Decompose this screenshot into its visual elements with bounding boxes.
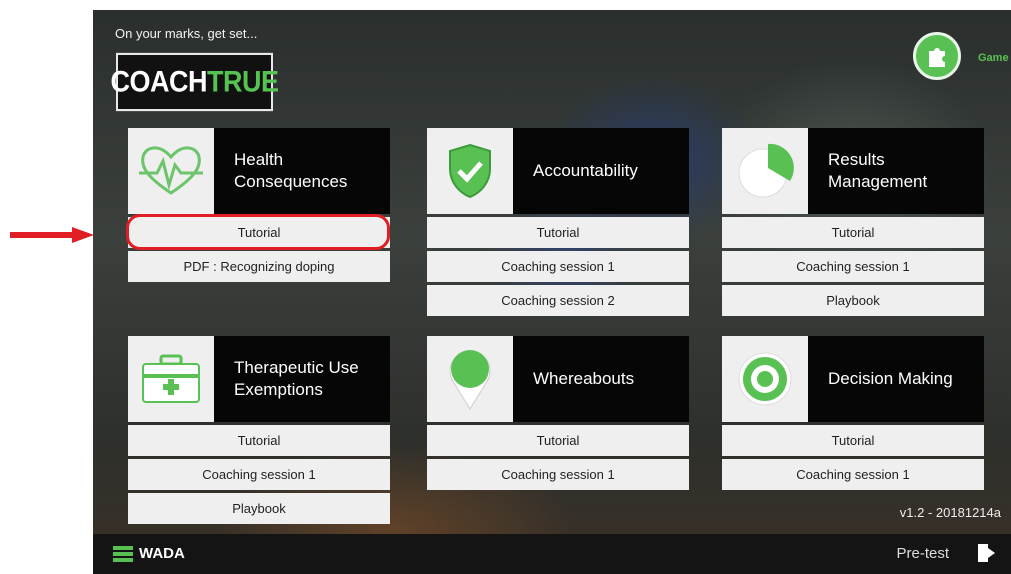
tutorial-button[interactable]: Tutorial [427,217,689,248]
coaching-session-1-button[interactable]: Coaching session 1 [427,459,689,490]
card-title: Decision Making [808,336,984,422]
tutorial-button[interactable]: Tutorial [128,425,390,456]
bottom-bar: WADA Pre-test [93,534,1011,574]
card-icon-box [128,128,214,214]
games-button[interactable] [913,32,961,80]
card-title: Whereabouts [513,336,689,422]
wada-label: WADA [139,545,185,562]
target-icon [738,352,792,406]
first-aid-kit-icon [142,354,200,403]
wada-logo: WADA [113,545,185,562]
card-title: Accountability [513,128,689,214]
coaching-session-1-button[interactable]: Coaching session 1 [722,459,984,490]
module-card-decision-making: Decision Making Tutorial Coaching sessio… [722,336,984,490]
heartbeat-icon [139,146,203,195]
module-card-therapeutic-use-exemptions: Therapeutic Use Exemptions Tutorial Coac… [128,336,390,524]
pie-chart-icon [738,143,794,198]
card-icon-box [427,336,513,422]
coaching-session-1-button[interactable]: Coaching session 1 [427,251,689,282]
location-pin-icon [449,350,491,410]
card-icon-box [722,336,808,422]
coachtrue-logo: COACH TRUE [111,52,279,112]
pre-test-label: Pre-test [896,545,949,562]
logo-text-coach: COACH [110,65,208,98]
exit-icon [978,544,995,562]
card-icon-box [427,128,513,214]
pdf-recognizing-doping-button[interactable]: PDF : Recognizing doping [128,251,390,282]
annotation-highlight [126,214,390,250]
tutorial-button[interactable]: Tutorial [427,425,689,456]
card-icon-box [128,336,214,422]
puzzle-icon [929,48,945,67]
playbook-button[interactable]: Playbook [722,285,984,316]
games-label[interactable]: Game [978,52,1009,64]
module-card-whereabouts: Whereabouts Tutorial Coaching session 1 [427,336,689,490]
tutorial-button[interactable]: Tutorial [722,425,984,456]
annotation-arrow [10,227,94,243]
version-label: v1.2 - 20181214a [899,505,1001,520]
app-screen: On your marks, get set... COACH TRUE Game… [93,10,1011,574]
module-card-accountability: Accountability Tutorial Coaching session… [427,128,689,316]
card-title: Health Consequences [214,128,390,214]
tutorial-button[interactable]: Tutorial [722,217,984,248]
coaching-session-1-button[interactable]: Coaching session 1 [722,251,984,282]
shield-check-icon [449,143,491,199]
card-title: Results Management [808,128,984,214]
logo-text-true: TRUE [207,65,279,98]
card-title: Therapeutic Use Exemptions [214,336,390,422]
card-icon-box [722,128,808,214]
coaching-session-1-button[interactable]: Coaching session 1 [128,459,390,490]
coaching-session-2-button[interactable]: Coaching session 2 [427,285,689,316]
playbook-button[interactable]: Playbook [128,493,390,524]
wada-icon [113,545,133,562]
tagline: On your marks, get set... [115,26,258,41]
module-card-results-management: Results Management Tutorial Coaching ses… [722,128,984,316]
exit-button[interactable] [975,542,997,569]
module-card-health-consequences: Health Consequences Tutorial PDF : Recog… [128,128,390,282]
